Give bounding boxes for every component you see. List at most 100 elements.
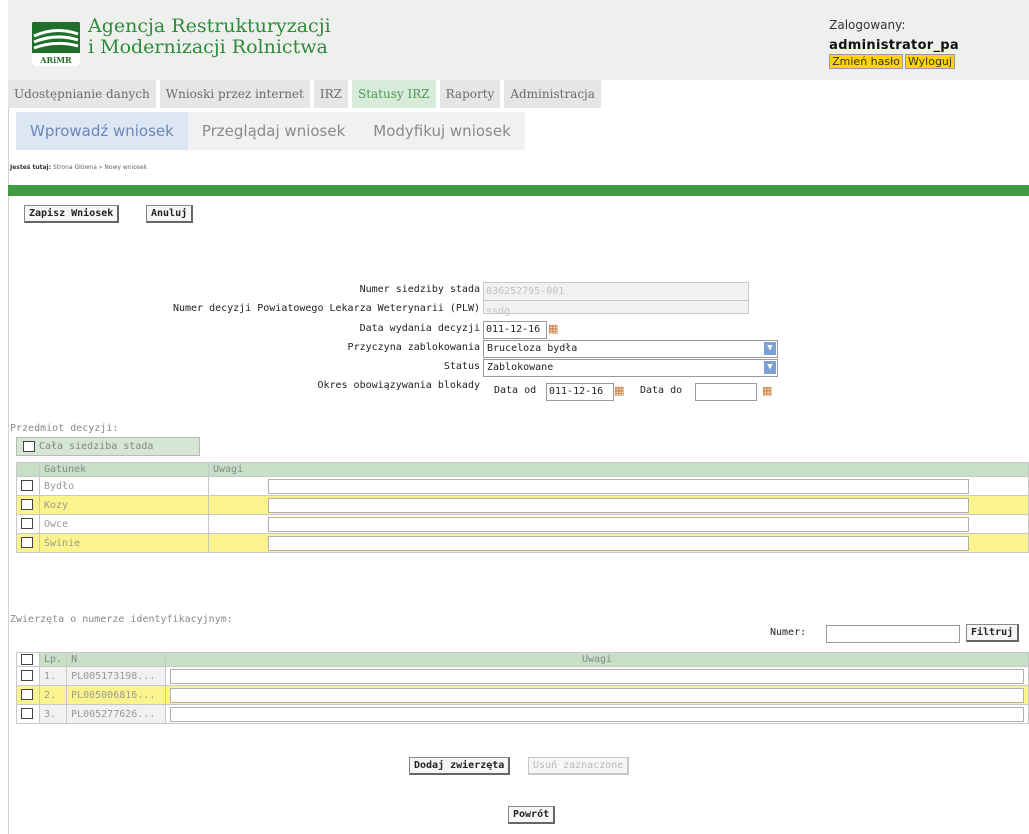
chevron-down-icon[interactable]: ▼ xyxy=(764,361,776,374)
notes-input[interactable] xyxy=(268,516,969,532)
breadcrumb: Jesteś tutaj: Strona Główna » Nowy wnios… xyxy=(10,164,147,171)
to-label: Data do xyxy=(640,385,683,396)
remove-selected-button: Usuń zaznaczone xyxy=(528,757,630,775)
row-checkbox[interactable] xyxy=(21,689,33,701)
col-gatunek: Gatunek xyxy=(39,462,209,477)
row-checkbox[interactable] xyxy=(21,708,33,720)
herd-label: Numer siedziby stada xyxy=(359,284,480,295)
table-row: Świnie xyxy=(16,533,1029,553)
col-uwagi: Uwagi xyxy=(208,462,1029,477)
main-menu: Udostępnianie danych Wnioski przez inter… xyxy=(8,80,601,108)
notes-input[interactable] xyxy=(170,687,1024,703)
agency-line2: i Modernizacji Rolnictwa xyxy=(88,36,328,58)
menu-raporty[interactable]: Raporty xyxy=(439,80,501,108)
calendar-icon[interactable]: ▦ xyxy=(548,322,558,335)
row-lp: 2. xyxy=(38,685,68,705)
to-input[interactable] xyxy=(695,383,757,401)
status-value: Zablokowane xyxy=(487,362,554,373)
menu-statusy-irz[interactable]: Statusy IRZ xyxy=(351,80,436,108)
reason-label: Przyczyna zablokowania xyxy=(347,342,480,353)
col-number: N xyxy=(66,652,167,667)
menu-irz[interactable]: IRZ xyxy=(313,80,348,108)
subject-label: Przedmiot decyzji: xyxy=(10,423,119,434)
reason-select[interactable]: Bruceloza bydła ▼ xyxy=(483,340,778,358)
from-input[interactable]: 011-12-16 xyxy=(546,383,614,401)
add-animals-button[interactable]: Dodaj zwierzęta xyxy=(409,757,511,775)
logged-label: Zalogowany: xyxy=(829,18,906,32)
col-lp: Lp. xyxy=(38,652,68,667)
change-password-button[interactable]: Zmień hasło xyxy=(829,54,903,69)
row-checkbox[interactable] xyxy=(21,537,33,549)
notes-input[interactable] xyxy=(170,668,1024,684)
species-name: Kozy xyxy=(39,495,209,515)
table-row: 1. PL005173198... xyxy=(16,666,1029,686)
whole-herd-checkbox[interactable] xyxy=(23,440,35,452)
species-name: Świnie xyxy=(39,533,209,553)
row-lp: 3. xyxy=(38,704,68,724)
row-number: PL005173198... xyxy=(66,666,167,686)
row-lp: 1. xyxy=(38,666,68,686)
herd-field: 036252795-001 xyxy=(483,282,749,301)
back-button[interactable]: Powrót xyxy=(508,806,556,824)
reason-value: Bruceloza bydła xyxy=(487,343,578,354)
menu-udostepnianie[interactable]: Udostępnianie danych xyxy=(8,80,156,108)
breadcrumb-path[interactable]: Strona Główna » Nowy wniosek xyxy=(53,164,147,171)
notes-input[interactable] xyxy=(170,706,1024,722)
animals-table: Lp. N Uwagi 1. PL005173198... 2. PL00500… xyxy=(16,652,1029,724)
notes-input[interactable] xyxy=(268,478,969,494)
row-number: PL005006816... xyxy=(66,685,167,705)
tab-wprowadz[interactable]: Wprowadź wniosek xyxy=(16,112,188,150)
table-row: Kozy xyxy=(16,495,1029,515)
species-table: Gatunek Uwagi Bydło Kozy Owce Świnie xyxy=(16,462,1029,553)
menu-wnioski[interactable]: Wnioski przez internet xyxy=(159,80,310,108)
number-input[interactable] xyxy=(826,625,960,643)
agency-line1: Agencja Restrukturyzacji xyxy=(88,15,331,37)
plw-field[interactable]: ssdg xyxy=(483,300,749,317)
select-all-checkbox[interactable] xyxy=(21,653,33,665)
breadcrumb-label: Jesteś tutaj: xyxy=(10,164,51,171)
svg-text:ARiMR: ARiMR xyxy=(39,55,72,65)
date-input[interactable]: 011-12-16 xyxy=(483,321,547,339)
whole-herd-label: Cała siedziba stada xyxy=(39,441,154,452)
login-box: Zalogowany: administrator_pa Zmień hasło… xyxy=(829,18,959,69)
col-uwagi: Uwagi xyxy=(165,652,1029,667)
cancel-button[interactable]: Anuluj xyxy=(146,205,194,223)
logout-button[interactable]: Wyloguj xyxy=(904,54,955,69)
period-label: Okres obowiązywania blokady xyxy=(317,380,480,391)
table-row: Owce xyxy=(16,514,1029,534)
agency-name: Agencja Restrukturyzacji i Modernizacji … xyxy=(88,16,331,58)
tab-modyfikuj[interactable]: Modyfikuj wniosek xyxy=(359,112,525,150)
species-name: Owce xyxy=(39,514,209,534)
row-checkbox[interactable] xyxy=(21,670,33,682)
date-label: Data wydania decyzji xyxy=(359,323,480,334)
row-checkbox[interactable] xyxy=(21,499,33,511)
save-button[interactable]: Zapisz Wniosek xyxy=(24,205,120,223)
notes-input[interactable] xyxy=(268,535,969,551)
status-select[interactable]: Zablokowane ▼ xyxy=(483,359,778,377)
col-check xyxy=(16,462,40,477)
green-bar xyxy=(8,185,1029,196)
menu-administracja[interactable]: Administracja xyxy=(504,80,601,108)
sub-menu: Wprowadź wniosek Przeglądaj wniosek Mody… xyxy=(16,112,525,150)
row-checkbox[interactable] xyxy=(21,480,33,492)
tab-przegladaj[interactable]: Przeglądaj wniosek xyxy=(187,112,360,150)
whole-herd-option[interactable]: Cała siedziba stada xyxy=(16,437,200,456)
col-check xyxy=(16,652,40,667)
notes-input[interactable] xyxy=(268,497,969,513)
status-label: Status xyxy=(443,361,480,372)
species-name: Bydło xyxy=(39,476,209,496)
filter-button[interactable]: Filtruj xyxy=(966,624,1020,642)
row-checkbox[interactable] xyxy=(21,518,33,530)
table-row: Bydło xyxy=(16,476,1029,496)
plw-label: Numer decyzji Powiatowego Lekarza Wetery… xyxy=(172,303,480,314)
arimr-logo: ARiMR xyxy=(32,22,80,66)
animals-label: Zwierzęta o numerze identyfikacyjnym: xyxy=(10,614,233,625)
table-row: 3. PL005277626... xyxy=(16,704,1029,724)
from-label: Data od xyxy=(494,385,537,396)
number-label: Numer: xyxy=(770,627,807,638)
table-row: 2. PL005006816... xyxy=(16,685,1029,705)
calendar-icon[interactable]: ▦ xyxy=(762,384,772,397)
chevron-down-icon[interactable]: ▼ xyxy=(764,342,776,355)
calendar-icon[interactable]: ▦ xyxy=(614,384,624,397)
header: ARiMR Agencja Restrukturyzacji i Moderni… xyxy=(8,0,1029,80)
